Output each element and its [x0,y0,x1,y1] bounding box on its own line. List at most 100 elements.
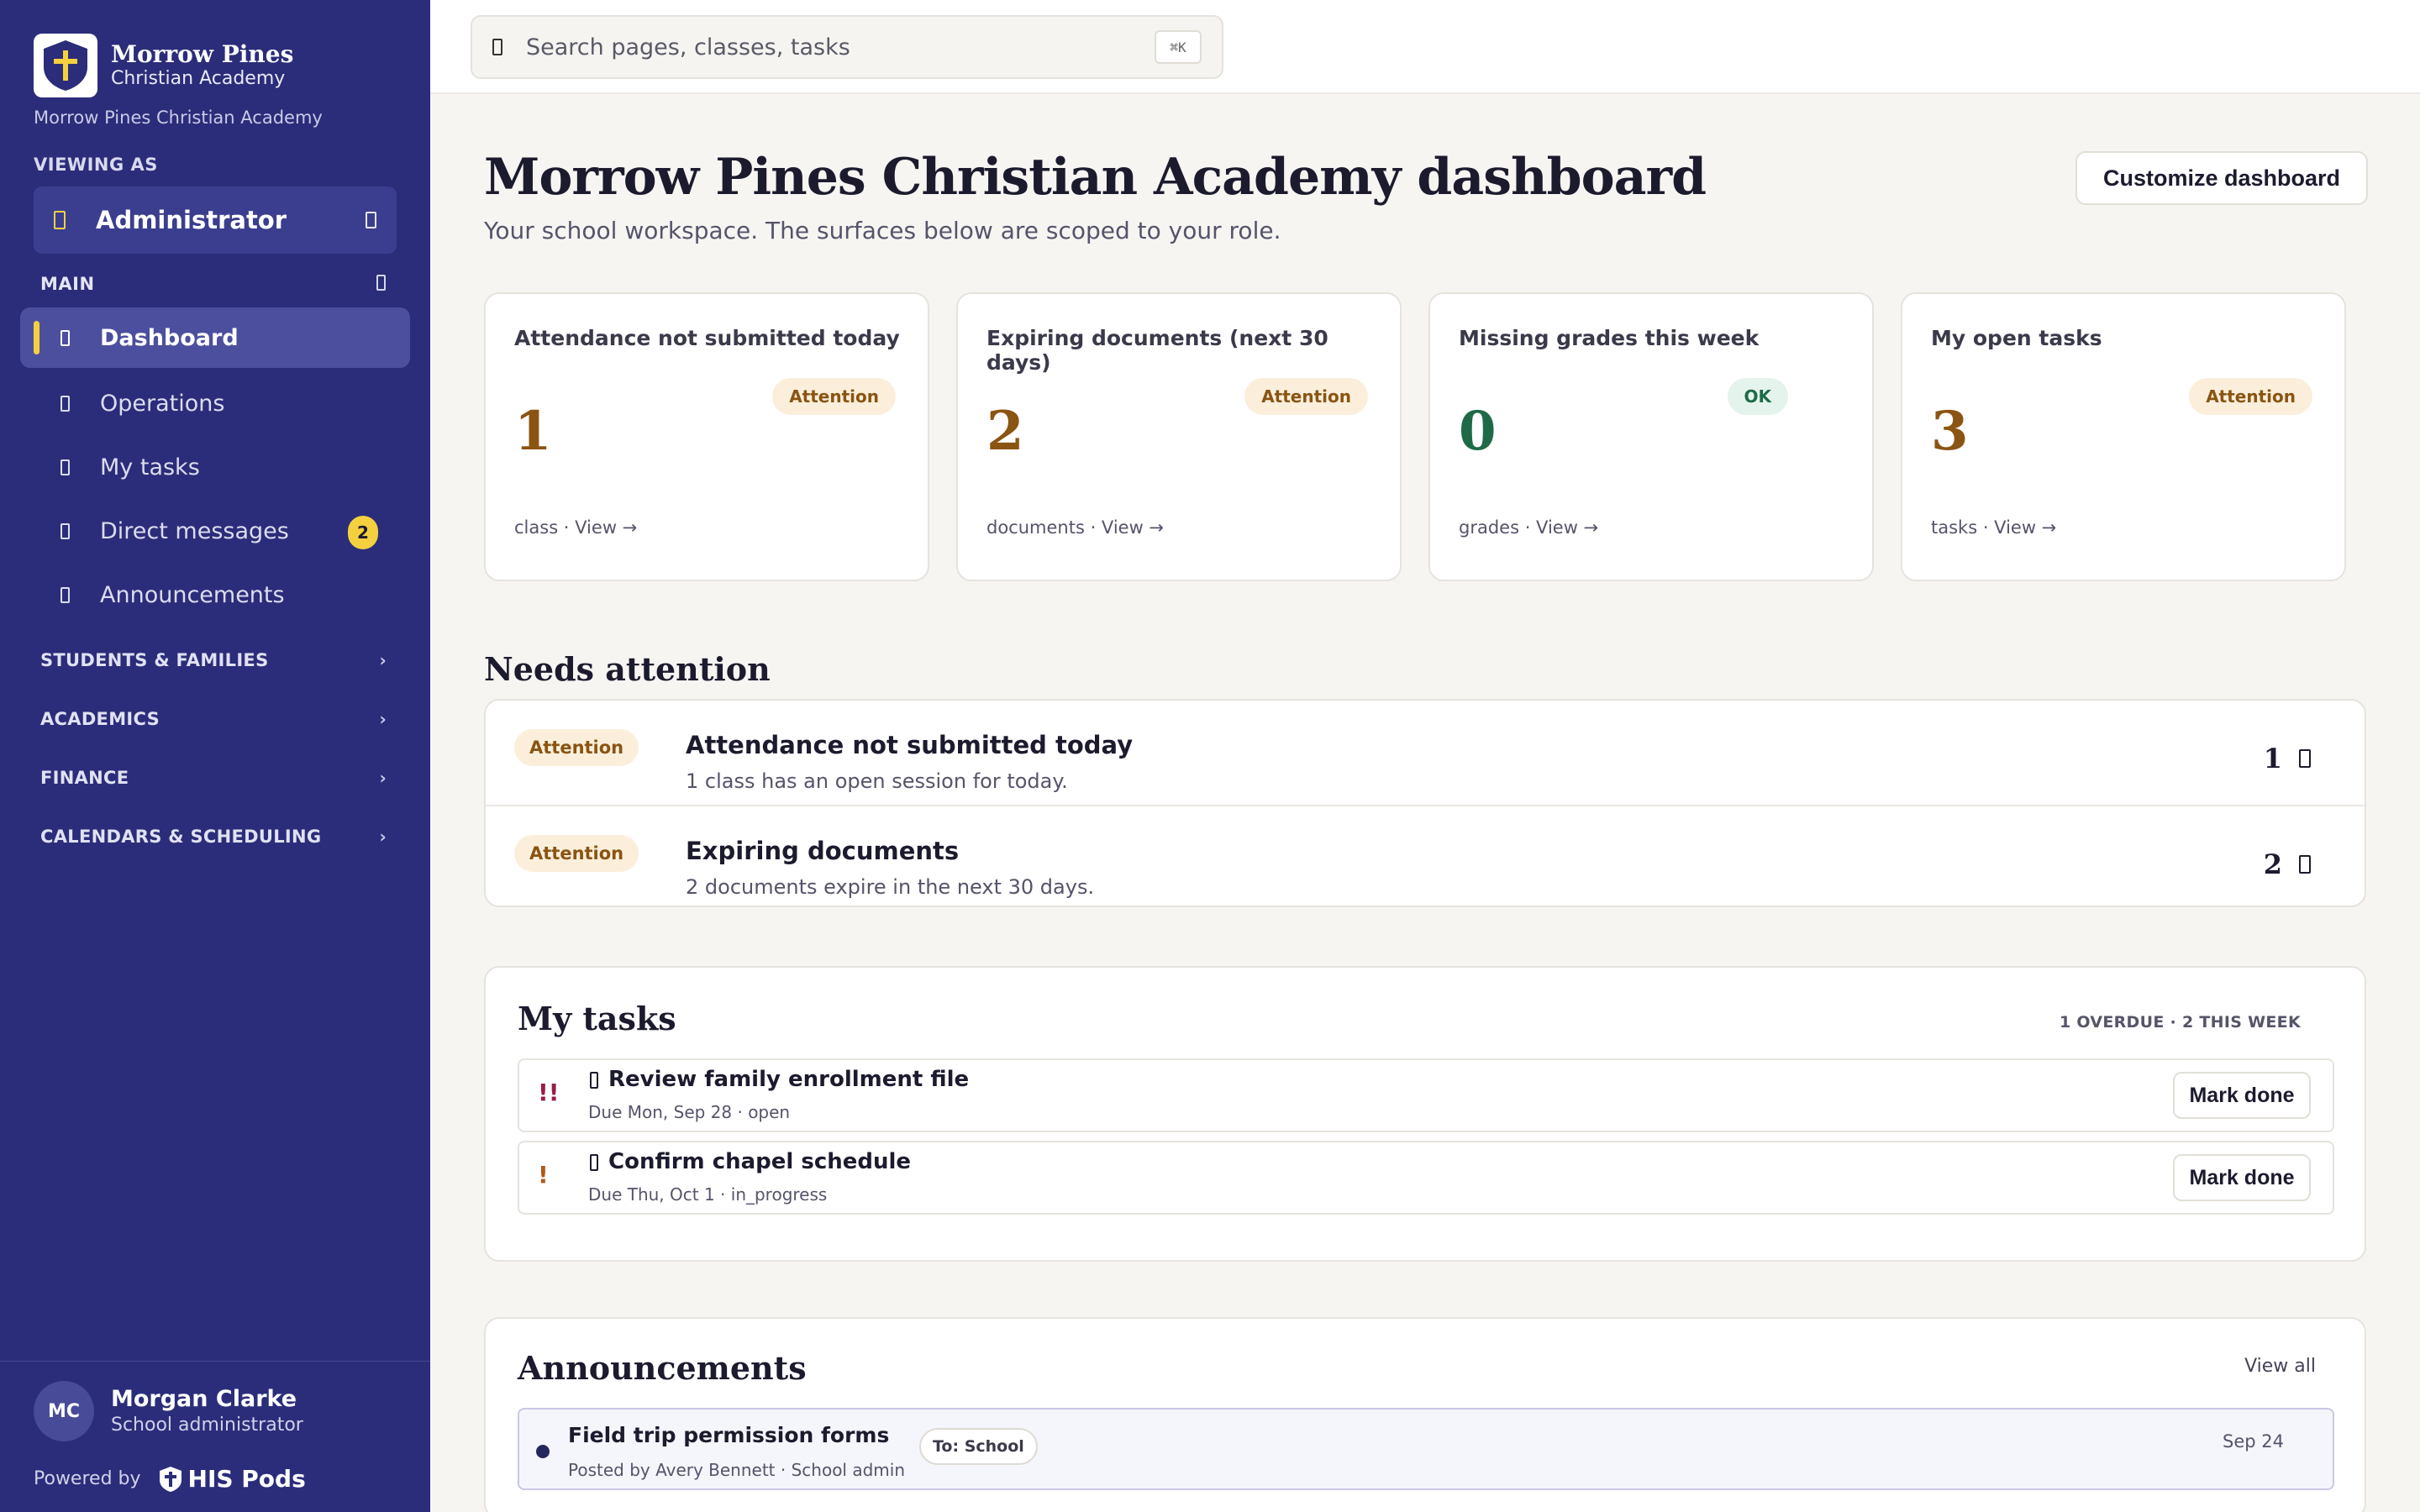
sidebar-item-direct-messages[interactable]: Direct messages 2 [20,501,410,561]
kpi-card-missing-grades[interactable]: Missing grades this week OK 0 grades · V… [1428,292,1874,581]
kpi-view-link[interactable]: grades · View → [1459,517,1598,538]
search-bar[interactable]: ⌘K [471,15,1223,79]
nav-section-students-families[interactable]: STUDENTS & FAMILIES › [40,650,387,670]
kpi-value: 3 [1931,400,1969,463]
kpi-title: My open tasks [1931,326,2102,350]
keyboard-shortcut-hint: ⌘K [1155,30,1202,64]
operations-icon [60,395,70,412]
sidebar-item-label: Dashboard [100,324,239,351]
announcement-meta: Posted by Avery Bennett · School admin [568,1460,906,1480]
role-switcher[interactable]: Administrator [34,186,397,254]
mark-done-button[interactable]: Mark done [2173,1072,2311,1119]
kpi-title: Expiring documents (next 30 days) [986,326,1328,375]
task-row[interactable]: ! Confirm chapel schedule Due Thu, Oct 1… [518,1141,2334,1215]
nav-section-finance[interactable]: FINANCE › [40,768,387,788]
task-meta: Due Thu, Oct 1 · in_progress [588,1184,828,1205]
shield-logo-icon [159,1466,182,1492]
announcements-heading: Announcements [518,1349,807,1387]
kpi-value: 1 [514,400,552,463]
kpi-card-attendance[interactable]: Attendance not submitted today Attention… [484,292,929,581]
section-label: STUDENTS & FAMILIES [40,650,269,670]
view-all-link[interactable]: View all [2244,1356,2316,1377]
customize-dashboard-button[interactable]: Customize dashboard [2075,151,2368,205]
kpi-view-link[interactable]: documents · View → [986,517,1164,538]
page-title: Morrow Pines Christian Academy dashboard [484,148,1707,207]
section-label: CALENDARS & SCHEDULING [40,827,322,847]
arrow-right-icon [2299,749,2311,768]
announcements-panel: Announcements View all Field trip permis… [484,1317,2366,1512]
chevron-right-icon: › [379,827,387,847]
sidebar-item-operations[interactable]: Operations [20,373,410,433]
attention-title: Expiring documents [686,837,960,865]
powered-by: Powered by HIS Pods [34,1465,306,1493]
nav-section-main: MAIN [40,274,95,294]
brand-subtitle: Christian Academy [111,68,286,89]
chevron-right-icon: › [379,650,387,670]
my-tasks-heading: My tasks [518,1000,676,1037]
attention-row[interactable]: Attention Expiring documents 2 documents… [486,805,2365,906]
mark-done-button[interactable]: Mark done [2173,1154,2311,1201]
user-profile[interactable]: MC Morgan Clarke School administrator [34,1381,303,1441]
announcement-date: Sep 24 [2223,1431,2284,1452]
priority-medium-icon: ! [538,1161,549,1189]
task-title: Review family enrollment file [608,1067,970,1092]
sidebar-item-label: My tasks [100,454,200,480]
powered-by-product: HIS Pods [187,1465,306,1493]
audience-chip: To: School [919,1428,1038,1465]
attention-count-value: 1 [2263,743,2282,774]
task-title: Confirm chapel schedule [608,1149,912,1174]
kpi-view-link[interactable]: class · View → [514,517,637,538]
powered-by-label: Powered by [34,1468,141,1489]
school-name: Morrow Pines Christian Academy [34,108,323,128]
page-subtitle: Your school workspace. The surfaces belo… [484,217,1281,244]
attention-row[interactable]: Attention Attendance not submitted today… [486,701,2365,805]
nav-section-academics[interactable]: ACADEMICS › [40,709,387,729]
divider [0,1361,430,1362]
priority-high-icon: !! [538,1079,560,1106]
checkbox-icon[interactable] [590,1154,598,1171]
sidebar-item-label: Operations [100,390,225,417]
role-label: Administrator [96,206,287,234]
user-role: School administrator [111,1415,303,1436]
top-bar: ⌘K [430,0,2420,94]
arrow-right-icon [2299,855,2311,874]
kpi-card-open-tasks[interactable]: My open tasks Attention 3 tasks · View → [1901,292,2346,581]
section-label: FINANCE [40,768,129,788]
chevron-right-icon: › [379,709,387,729]
tasks-icon [60,459,70,475]
nav-section-calendars-scheduling[interactable]: CALENDARS & SCHEDULING › [40,827,387,847]
sidebar-item-my-tasks[interactable]: My tasks [20,437,410,497]
status-badge: Attention [2189,378,2312,415]
kpi-view-link[interactable]: tasks · View → [1931,517,2056,538]
chevron-right-icon: › [379,768,387,788]
viewing-as-label: VIEWING AS [34,155,158,175]
checkbox-icon[interactable] [590,1072,598,1089]
tasks-summary: 1 OVERDUE · 2 THIS WEEK [2059,1013,2301,1032]
attention-count: 2 [2264,848,2311,880]
sidebar-item-dashboard[interactable]: Dashboard [20,307,410,368]
search-input[interactable] [526,34,1155,60]
his-pods-logo: HIS Pods [158,1465,306,1493]
kpi-value: 2 [986,400,1024,463]
attention-description: 2 documents expire in the next 30 days. [686,875,1095,899]
kpi-title: Missing grades this week [1459,326,1760,350]
needs-attention-heading: Needs attention [484,650,771,688]
attention-description: 1 class has an open session for today. [686,769,1068,793]
chevron-down-icon [366,212,376,228]
dashboard-icon [60,329,70,346]
kpi-value: 0 [1459,400,1497,463]
sidebar-item-announcements[interactable]: Announcements [20,564,410,625]
sidebar-item-label: Announcements [100,581,285,608]
task-row[interactable]: !! Review family enrollment file Due Mon… [518,1058,2334,1132]
attention-count: 1 [2264,743,2311,774]
user-name: Morgan Clarke [111,1386,297,1412]
status-badge: OK [1727,378,1788,415]
brand-name: Morrow Pines [111,40,294,68]
collapse-icon[interactable] [376,275,386,291]
kpi-card-expiring-documents[interactable]: Expiring documents (next 30 days) Attent… [956,292,1402,581]
announcement-item[interactable]: Field trip permission forms Posted by Av… [518,1408,2334,1490]
status-badge: Attention [514,729,639,766]
status-badge: Attention [1244,378,1368,415]
brand[interactable]: Morrow Pines Christian Academy [34,34,293,97]
kpi-title: Attendance not submitted today [514,326,900,350]
